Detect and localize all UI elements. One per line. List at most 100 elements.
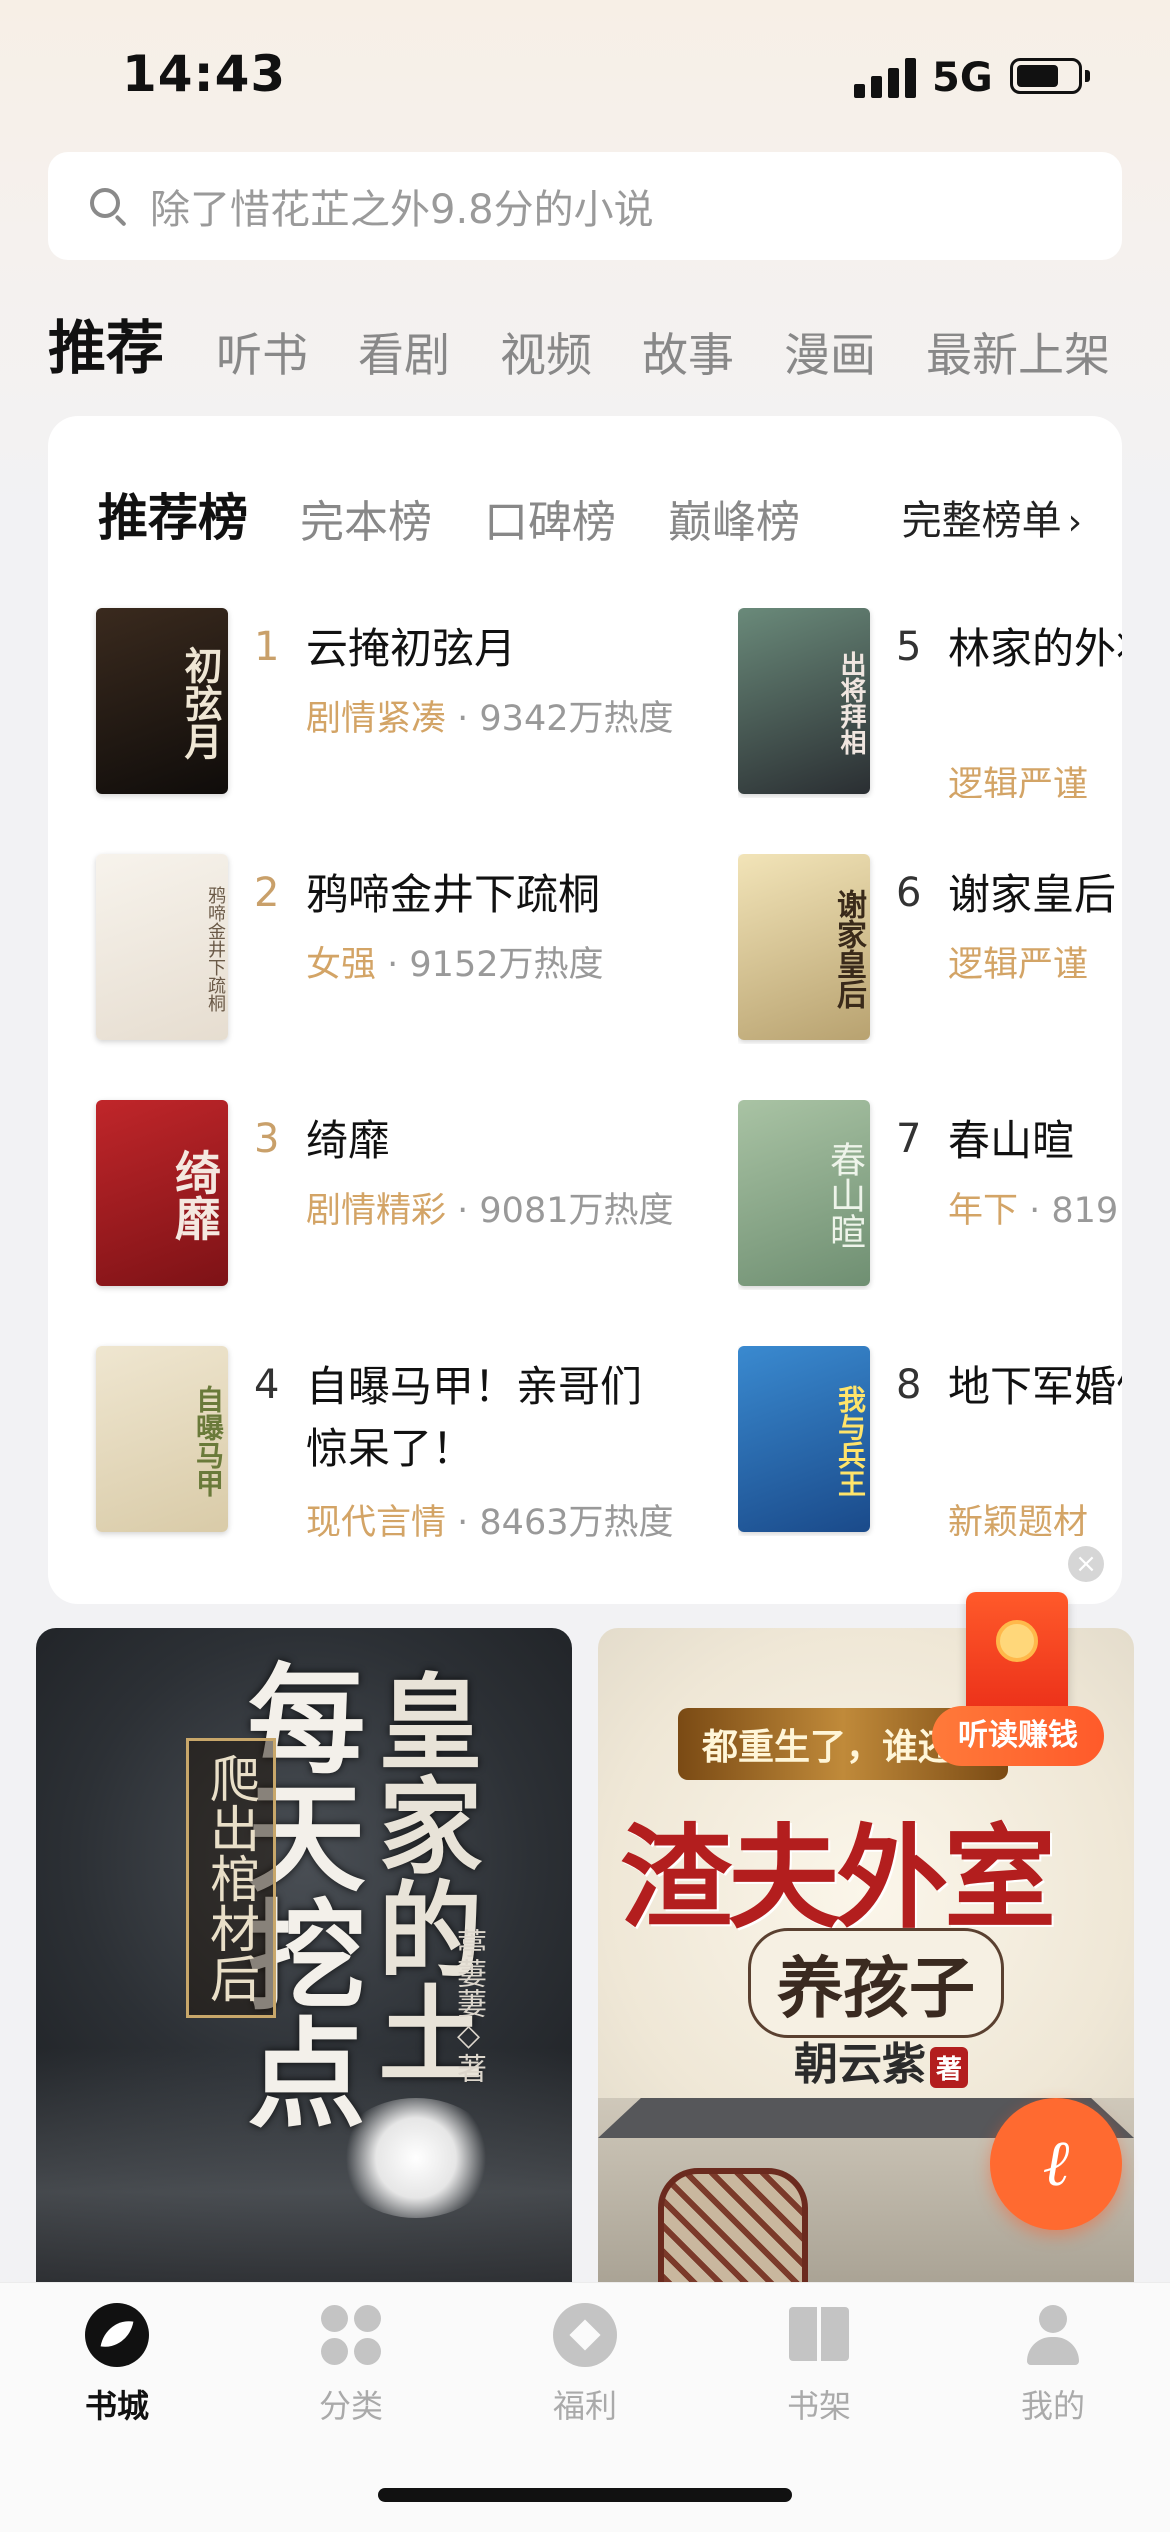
book-meta: 剧情紧凑 · 9342万热度 (306, 699, 674, 739)
rank-number: 5 (896, 624, 922, 670)
book-tag: 逻辑严谨 (948, 765, 1089, 798)
tab-recommend[interactable]: 推荐 (48, 301, 164, 385)
home-indicator[interactable] (378, 2488, 792, 2502)
book-cover: 鸦啼金井下疏桐 (96, 854, 228, 1040)
author-seal: 著 (930, 2047, 969, 2088)
book-title: 云掩初弦月 (306, 624, 517, 673)
ranking-book-3[interactable]: 绮靡 3 绮靡 剧情精彩 · 9081万热度 (96, 1100, 673, 1290)
rank-tab-reputation[interactable]: 口碑榜 (484, 486, 616, 550)
nav-profile[interactable]: 我的 (983, 2303, 1123, 2427)
book-title: 鸦啼金井下疏桐 (306, 870, 601, 919)
book-title: 自曝马甲！亲哥们惊呆了！ (306, 1362, 643, 1473)
tab-new-arrivals[interactable]: 最新上架 (926, 319, 1110, 385)
book-meta: 逻辑严谨 (948, 756, 1088, 798)
book-heat: 9081万热度 (479, 1191, 674, 1231)
nav-welfare[interactable]: 福利 (515, 2303, 655, 2427)
ranking-card: 推荐榜 完本榜 口碑榜 巅峰榜 完整榜单 › 初弦月 1 云掩初弦月 剧情紧凑 ·… (48, 416, 1122, 1604)
book-cover: 谢家皇后 (738, 854, 870, 1040)
book-meta: 现代言情 · 8463万热度 (306, 1503, 674, 1543)
book-meta: 剧情精彩 · 9081万热度 (306, 1191, 674, 1231)
redpacket-icon[interactable] (966, 1592, 1068, 1722)
rank-number: 3 (254, 1116, 280, 1162)
book-tag: 逻辑严谨 (948, 945, 1089, 985)
banner-subtitle: 养孩子 (748, 1928, 1004, 2038)
book-meta: 逻辑严谨 (948, 936, 1088, 987)
redpacket-close-icon[interactable]: × (1068, 1546, 1104, 1582)
book-heat: 8463万热度 (479, 1503, 674, 1543)
search-bar[interactable]: 除了惜花芷之外9.8分的小说 (48, 152, 1122, 260)
nav-category[interactable]: 分类 (281, 2303, 421, 2427)
book-heat: 819 (1051, 1191, 1119, 1231)
coin-icon (996, 1620, 1038, 1662)
listen-earn-button[interactable]: 听读赚钱 (932, 1706, 1104, 1766)
book-cover: 自曝马甲 (96, 1346, 228, 1532)
book-meta: 新颖题材 (948, 1494, 1088, 1536)
rank-number: 2 (254, 870, 280, 916)
ranking-book-4[interactable]: 自曝马甲 4 自曝马甲！亲哥们惊呆了！ 现代言情 · 8463万热度 (96, 1346, 673, 1543)
chevron-right-icon: › (1067, 502, 1082, 543)
status-time: 14:43 (122, 45, 287, 103)
network-type: 5G (932, 55, 993, 101)
profile-icon (1021, 2303, 1085, 2367)
banner-subtitle: 爬出棺材后 (186, 1738, 276, 2018)
lotus-flower-icon (336, 2098, 496, 2218)
battery-tip (1085, 70, 1090, 82)
rank-number: 6 (896, 870, 922, 916)
book-tag: 现代言情 (306, 1503, 447, 1543)
tab-video[interactable]: 视频 (500, 319, 592, 385)
tab-comic[interactable]: 漫画 (784, 319, 876, 385)
full-list-link[interactable]: 完整榜单 › (902, 488, 1082, 546)
nav-label: 福利 (552, 2387, 617, 2425)
ranking-book-8[interactable]: 我与兵王 8 地下军婚偷偷领证 新颖题材 (738, 1346, 1122, 1536)
rank-number: 7 (896, 1116, 922, 1162)
nav-label: 书架 (786, 2387, 851, 2425)
write-fab-button[interactable]: ℓ (990, 2098, 1122, 2230)
tab-drama[interactable]: 看剧 (358, 319, 450, 385)
nav-bookshelf[interactable]: 书架 (749, 2303, 889, 2427)
promo-banner-left[interactable]: 每天挖点 爬出棺材后 皇家的土 葶萋萋◇著 (36, 1628, 572, 2288)
book-meta: 年下 · 819 (948, 1191, 1119, 1231)
full-list-label: 完整榜单 (901, 498, 1062, 544)
tab-story[interactable]: 故事 (642, 319, 734, 385)
book-heat: 9342万热度 (479, 699, 674, 739)
nav-label: 分类 (318, 2387, 383, 2425)
rank-number: 4 (254, 1362, 280, 1408)
nav-bookstore[interactable]: 书城 (47, 2303, 187, 2427)
ranking-book-5[interactable]: 出将拜相 5 林家的外将拜相了 逻辑严谨 (738, 608, 1122, 798)
book-title: 地下军婚偷偷领证 (948, 1362, 1122, 1411)
ranking-book-6[interactable]: 谢家皇后 6 谢家皇后 逻辑严谨 (738, 854, 1122, 1044)
bookshelf-icon (787, 2303, 851, 2367)
rank-tab-recommend[interactable]: 推荐榜 (98, 478, 248, 550)
banner-title: 渣夫外室 (620, 1813, 1056, 1944)
book-tag: 新颖题材 (948, 1503, 1089, 1536)
tab-audiobook[interactable]: 听书 (216, 319, 308, 385)
rank-number: 1 (254, 624, 280, 670)
battery-icon (1010, 58, 1082, 94)
banner-author: 朝云紫著 (794, 2028, 969, 2092)
rank-tab-completed[interactable]: 完本榜 (300, 486, 432, 550)
book-title: 林家的外将拜相了 (948, 624, 1122, 673)
search-placeholder: 除了惜花芷之外9.8分的小说 (150, 187, 654, 233)
ranking-tabs: 推荐榜 完本榜 口碑榜 巅峰榜 (98, 478, 852, 550)
book-tag: 剧情紧凑 (306, 699, 447, 739)
nav-label: 书城 (84, 2387, 149, 2425)
rank-tab-peak[interactable]: 巅峰榜 (668, 486, 800, 550)
ranking-book-7[interactable]: 春山暄 7 春山暄 年下 · 819 (738, 1100, 1122, 1290)
book-cover: 初弦月 (96, 608, 228, 794)
welfare-icon (553, 2303, 617, 2367)
status-bar: 14:43 5G (0, 0, 1170, 150)
nav-label: 我的 (1020, 2387, 1085, 2425)
search-icon (88, 186, 128, 227)
rank-number: 8 (896, 1362, 922, 1408)
book-title: 谢家皇后 (948, 870, 1117, 919)
book-tag: 剧情精彩 (306, 1191, 447, 1231)
book-cover: 春山暄 (738, 1100, 870, 1286)
book-cover: 我与兵王 (738, 1346, 870, 1532)
category-icon (319, 2303, 383, 2367)
book-title: 春山暄 (948, 1116, 1075, 1165)
channel-tabs: 推荐 听书 看剧 视频 故事 漫画 最新上架 (48, 305, 1160, 385)
banner-window (658, 2168, 808, 2288)
ranking-book-2[interactable]: 鸦啼金井下疏桐 2 鸦啼金井下疏桐 女强 · 9152万热度 (96, 854, 656, 1044)
ranking-book-1[interactable]: 初弦月 1 云掩初弦月 剧情紧凑 · 9342万热度 (96, 608, 673, 798)
book-title: 绮靡 (306, 1116, 391, 1165)
